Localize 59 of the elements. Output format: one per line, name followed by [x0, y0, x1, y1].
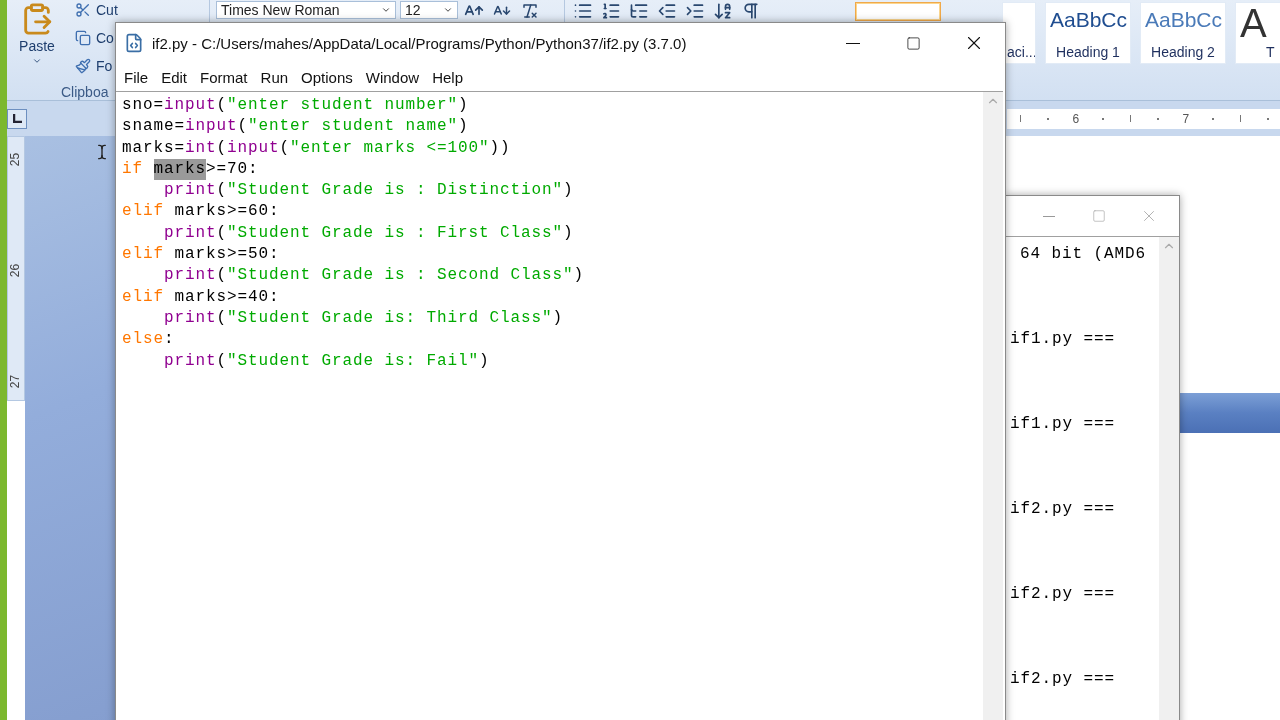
shell-output-line: if2.py === [1010, 500, 1115, 518]
shell-output-line: if2.py === [1010, 670, 1115, 688]
shell-output-line: if1.py === [1010, 415, 1115, 433]
code-line: print("Student Grade is: Third Class") [163, 307, 565, 329]
code-line: else: [122, 329, 176, 351]
minimize-icon [1043, 215, 1055, 217]
code-line: sname=input("enter student name") [122, 116, 470, 138]
style-tile[interactable]: AaBbCc Heading 2 [1140, 2, 1226, 64]
menu-item[interactable]: Options [297, 66, 362, 88]
code-line: elif marks>=50: [122, 244, 281, 266]
font-size-field[interactable]: 12 [400, 1, 458, 19]
tab-stop-icon [12, 114, 22, 123]
code-line: if marks>=70: [122, 158, 977, 181]
code-line: print("Student Grade is : First Class") [163, 222, 575, 244]
code-line: sno=input("enter student number") [122, 95, 470, 116]
maximize-icon [905, 35, 921, 51]
code-line: print("Student Grade is: Fail") [163, 350, 491, 372]
clipboard-command[interactable]: Co [75, 28, 114, 48]
python-file-icon [124, 33, 144, 53]
style-tile[interactable] [855, 2, 941, 21]
menu-item[interactable]: Window [361, 66, 429, 88]
tab-selector[interactable] [7, 108, 27, 129]
window-title: if2.py - C:/Users/mahes/AppData/Local/Programs/Python/Python37/if2.py (3.7.0) [152, 34, 688, 52]
clipboard-command[interactable]: Fo [75, 56, 113, 76]
menu-item[interactable]: Run [256, 66, 298, 88]
copy-icon [75, 30, 91, 46]
paste-button[interactable]: Paste [13, 0, 61, 84]
style-tile[interactable]: AaBbCc Heading 1 [1045, 2, 1131, 64]
menu-item[interactable]: Edit [157, 66, 197, 88]
ruler-number: 25 [7, 152, 24, 167]
scrollbar[interactable] [1159, 237, 1179, 720]
menu-item[interactable]: Format [196, 66, 257, 88]
scissors-icon [75, 2, 91, 18]
clipboard-command[interactable]: Cut [75, 0, 118, 20]
shell-output-line: 64 bit (AMD6 [1020, 245, 1147, 263]
shell-output-line: if2.py === [1010, 585, 1115, 603]
menu-item[interactable]: Help [428, 66, 472, 88]
minimize-icon [846, 42, 860, 44]
brush-icon [75, 58, 91, 74]
code-line: print("Student Grade is : Second Class") [163, 265, 586, 287]
ruler-number: 26 [7, 263, 24, 278]
style-tile[interactable]: aci... [1002, 2, 1036, 64]
menu-item[interactable]: File [120, 66, 158, 88]
ruler-number: 6 [1072, 111, 1080, 126]
code-line: elif marks>=40: [122, 286, 281, 308]
caret-icon [32, 56, 42, 66]
font-name-field[interactable]: Times New Roman [216, 1, 396, 19]
group-label: Clipboa [60, 84, 110, 98]
maximize-icon [1092, 209, 1106, 223]
style-tile[interactable]: A T [1235, 2, 1280, 64]
ruler-number: 7 [1182, 111, 1190, 126]
code-line: marks=int(input("enter marks <=100")) [122, 137, 512, 159]
caret-icon [443, 5, 453, 15]
code-line: elif marks>=60: [122, 201, 281, 223]
shell-output-line: if1.py === [1010, 330, 1115, 348]
scrollbar[interactable] [983, 92, 1003, 720]
ruler-number: 27 [7, 374, 24, 389]
caret-icon [381, 5, 391, 15]
code-line: print("Student Grade is : Distinction") [163, 180, 575, 202]
